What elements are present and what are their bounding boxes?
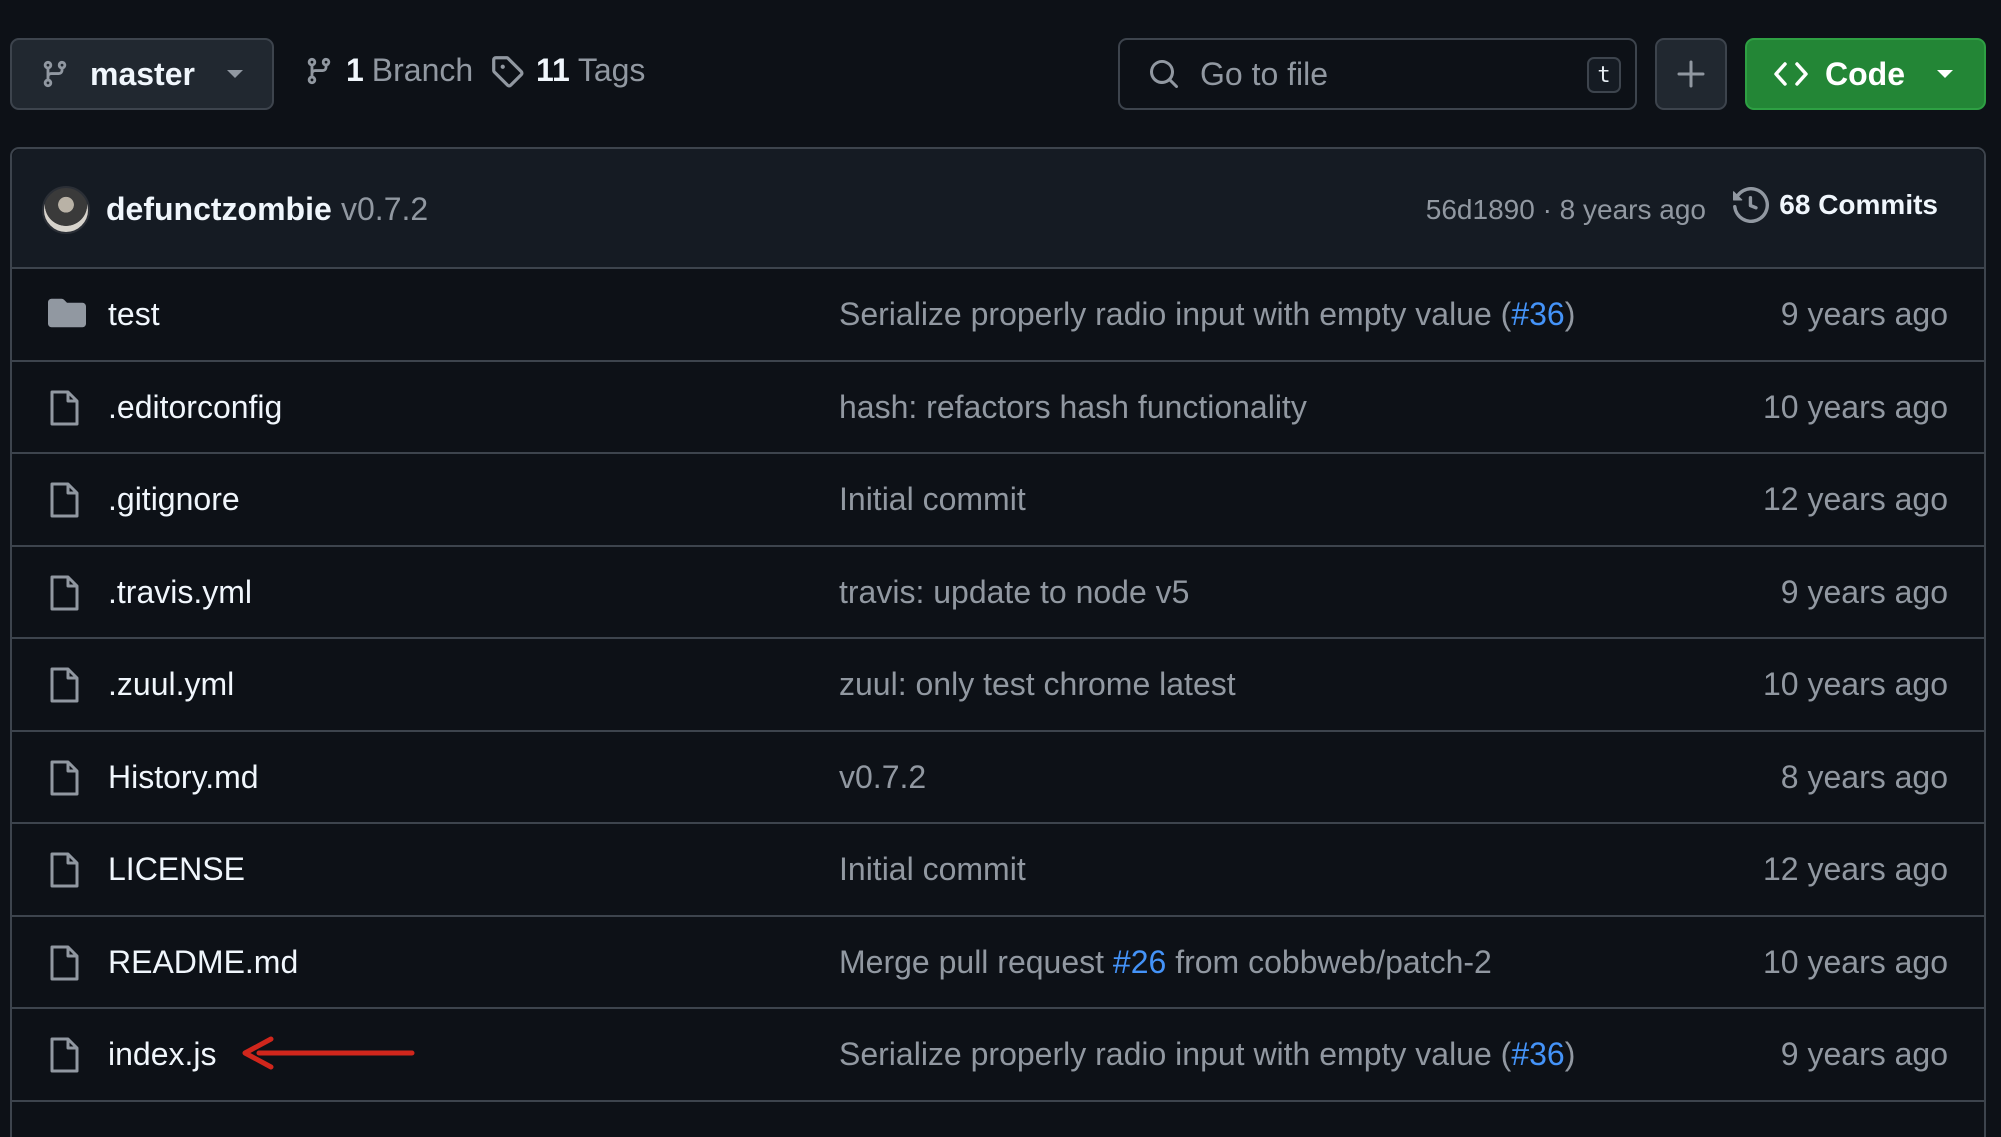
file-name-link[interactable]: README.md [108,944,298,981]
file-commit-message[interactable]: v0.7.2 [839,759,926,796]
file-icon [50,760,79,795]
file-name-link[interactable]: LICENSE [108,851,245,888]
file-icon [50,482,79,518]
table-row[interactable]: index.js Serialize properly radio input … [12,1009,1984,1102]
file-commit-message[interactable]: Serialize properly radio input with empt… [839,1036,1575,1073]
file-commit-age: 9 years ago [1780,573,1948,610]
commit-message-tail: ) [1564,1036,1576,1072]
branches-label: Branch [371,52,474,88]
tag-icon [492,55,524,88]
pull-request-link[interactable]: #26 [1113,944,1166,980]
plus-icon [1677,60,1705,88]
latest-commit-bar: defunctzombie v0.7.2 56d1890 · 8 years a… [12,149,1984,269]
file-commit-message[interactable]: Serialize properly radio input with empt… [839,296,1575,333]
commit-message[interactable]: v0.7.2 [341,191,428,228]
caret-down-icon [226,70,243,78]
commits-count-label: 68 Commits [1779,189,1938,220]
table-row[interactable]: README.md Merge pull request #26 from co… [12,917,1984,1009]
code-icon [1774,62,1808,86]
table-row[interactable]: .zuul.yml zuul: only test chrome latest … [12,639,1984,732]
branch-name: master [90,55,195,92]
table-row[interactable]: LICENSE Initial commit 12 years ago [12,824,1984,917]
commits-history-link[interactable]: 68 Commits [1733,187,1938,223]
file-name-link[interactable]: .gitignore [108,481,240,518]
file-commit-message[interactable]: zuul: only test chrome latest [839,666,1236,703]
folder-icon [48,298,86,328]
file-icon [50,1037,79,1073]
commit-message-text: Initial commit [839,481,1026,517]
pull-request-link[interactable]: #36 [1511,296,1564,332]
file-commit-age: 9 years ago [1780,296,1948,332]
branches-count: 1 [346,52,364,88]
commit-message-tail: ) [1564,296,1576,332]
file-commit-message[interactable]: travis: update to node v5 [839,574,1189,611]
file-commit-age: 8 years ago [1780,758,1948,795]
git-branch-icon [43,60,67,88]
commit-message-text: Initial commit [839,851,1026,887]
table-row[interactable]: .travis.yml travis: update to node v5 9 … [12,547,1984,639]
tags-link[interactable]: 11 Tags [490,52,645,89]
file-commit-age: 10 years ago [1762,388,1948,425]
file-icon [50,667,79,703]
file-rows: test Serialize properly radio input with… [12,269,1984,1102]
commit-message-text: hash: refactors hash functionality [839,388,1307,425]
commit-author[interactable]: defunctzombie [106,191,332,228]
add-file-button[interactable] [1655,38,1727,110]
tags-label: Tags [577,52,646,88]
file-icon [50,852,79,888]
tags-count: 11 [536,52,570,88]
history-icon [1733,187,1770,223]
file-commit-age: 12 years ago [1762,481,1948,517]
file-commit-message[interactable]: Initial commit [839,481,1026,518]
commit-message-text: Serialize properly radio input with empt… [839,1036,1512,1072]
file-commit-age: 12 years ago [1762,851,1948,887]
file-commit-message[interactable]: hash: refactors hash functionality [839,389,1307,426]
commit-sha-age[interactable]: 56d1890 · 8 years ago [1426,194,1706,226]
avatar[interactable] [42,186,90,234]
git-branch-icon [307,57,331,84]
file-commit-age: 10 years ago [1762,943,1948,980]
go-to-file-input[interactable] [1198,54,1562,94]
table-row[interactable]: test Serialize properly radio input with… [12,269,1984,362]
table-row[interactable]: History.md v0.7.2 8 years ago [12,732,1984,824]
file-name-link[interactable]: .travis.yml [108,574,252,611]
table-row[interactable]: .editorconfig hash: refactors hash funct… [12,362,1984,454]
commit-message-text: v0.7.2 [839,758,927,795]
keyboard-shortcut-hint: t [1587,57,1621,93]
caret-down-icon [1937,70,1953,78]
file-icon [50,390,79,425]
go-to-file-search[interactable]: t [1118,38,1637,110]
commit-message-text: travis: update to node v5 [839,573,1190,610]
branch-selector-button[interactable]: master [10,38,274,110]
code-button[interactable]: Code [1745,38,1986,110]
table-row[interactable]: .gitignore Initial commit 12 years ago [12,454,1984,547]
commit-message-text: Merge pull request [839,943,1113,980]
repo-toolbar: master 1 Branch 11 Tags t Code [0,0,2001,148]
commit-message-text: zuul: only test chrome latest [839,666,1236,702]
file-commit-age: 9 years ago [1780,1036,1948,1072]
file-name-link[interactable]: index.js [108,1036,217,1073]
pull-request-link[interactable]: #36 [1511,1036,1564,1072]
file-name-link[interactable]: .editorconfig [108,389,282,426]
file-name-link[interactable]: History.md [108,759,259,796]
file-name-link[interactable]: test [108,296,160,333]
file-icon [50,945,79,980]
file-icon [50,575,79,610]
file-list: defunctzombie v0.7.2 56d1890 · 8 years a… [10,147,1986,1137]
file-commit-age: 10 years ago [1762,666,1948,702]
file-commit-message[interactable]: Initial commit [839,851,1026,888]
branches-link[interactable]: 1 Branch [304,52,473,89]
file-commit-message[interactable]: Merge pull request #26 from cobbweb/patc… [839,944,1492,981]
commit-message-text: Serialize properly radio input with empt… [839,296,1512,332]
file-name-link[interactable]: .zuul.yml [108,666,234,703]
search-icon [1150,60,1179,89]
commit-message-tail: from cobbweb/patch-2 [1166,943,1492,980]
code-button-label: Code [1825,55,1905,92]
annotation-arrow-icon [242,1036,415,1070]
